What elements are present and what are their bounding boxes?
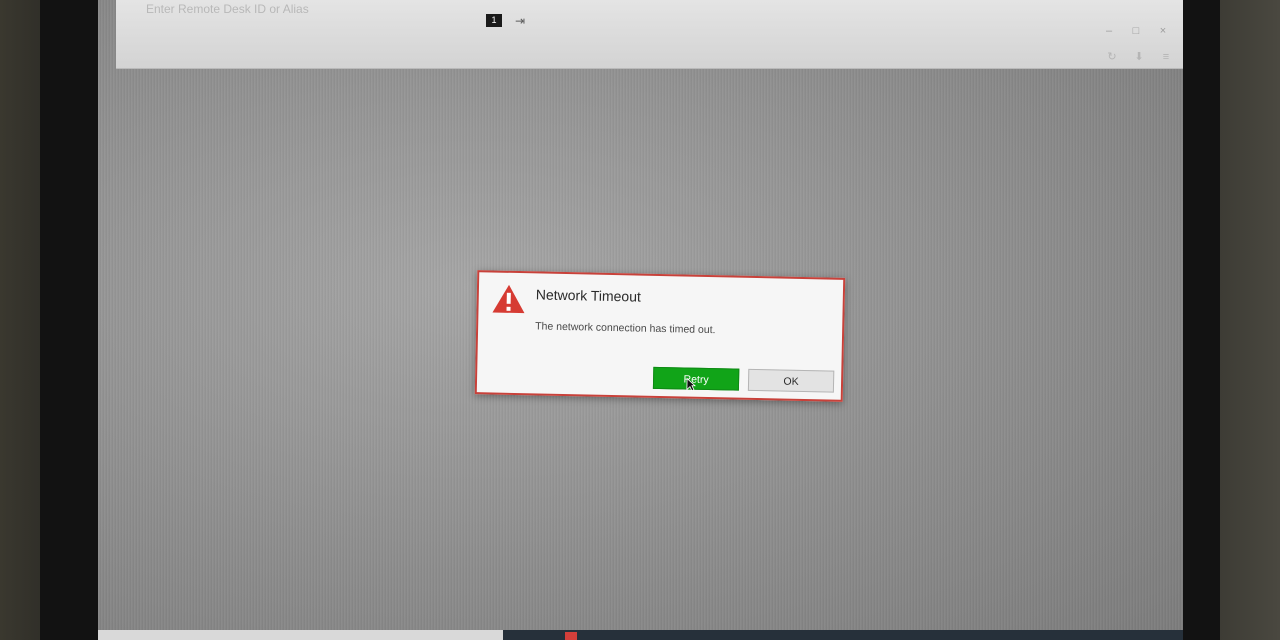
dialog-title: Network Timeout [535,286,642,305]
mouse-cursor-icon [686,377,697,392]
remote-id-input[interactable]: Enter Remote Desk ID or Alias [146,0,446,18]
dialog-box: Network Timeout The network connection h… [474,270,846,402]
menu-icon[interactable]: ≡ [1159,50,1173,64]
minimize-icon[interactable]: – [1102,24,1116,38]
download-icon[interactable]: ⬇ [1132,50,1146,64]
network-timeout-dialog: Network Timeout The network connection h… [474,270,846,402]
login-icon[interactable]: ⇥ [515,14,529,28]
wall-right [1210,0,1280,640]
dialog-message: The network connection has timed out. [535,320,716,337]
monitor-selector[interactable]: 1 [486,14,502,27]
remote-desk-toolbar: Enter Remote Desk ID or Alias 1 ⇥ – □ × … [116,0,1183,69]
taskbar-dark-area [503,630,1183,640]
history-icon[interactable]: ↻ [1105,50,1119,64]
taskbar [98,630,1183,640]
maximize-icon[interactable]: □ [1129,24,1143,38]
taskbar-app-icon[interactable] [565,632,577,640]
warning-icon [492,284,525,314]
close-icon[interactable]: × [1156,24,1170,38]
ok-button[interactable]: OK [747,368,835,393]
